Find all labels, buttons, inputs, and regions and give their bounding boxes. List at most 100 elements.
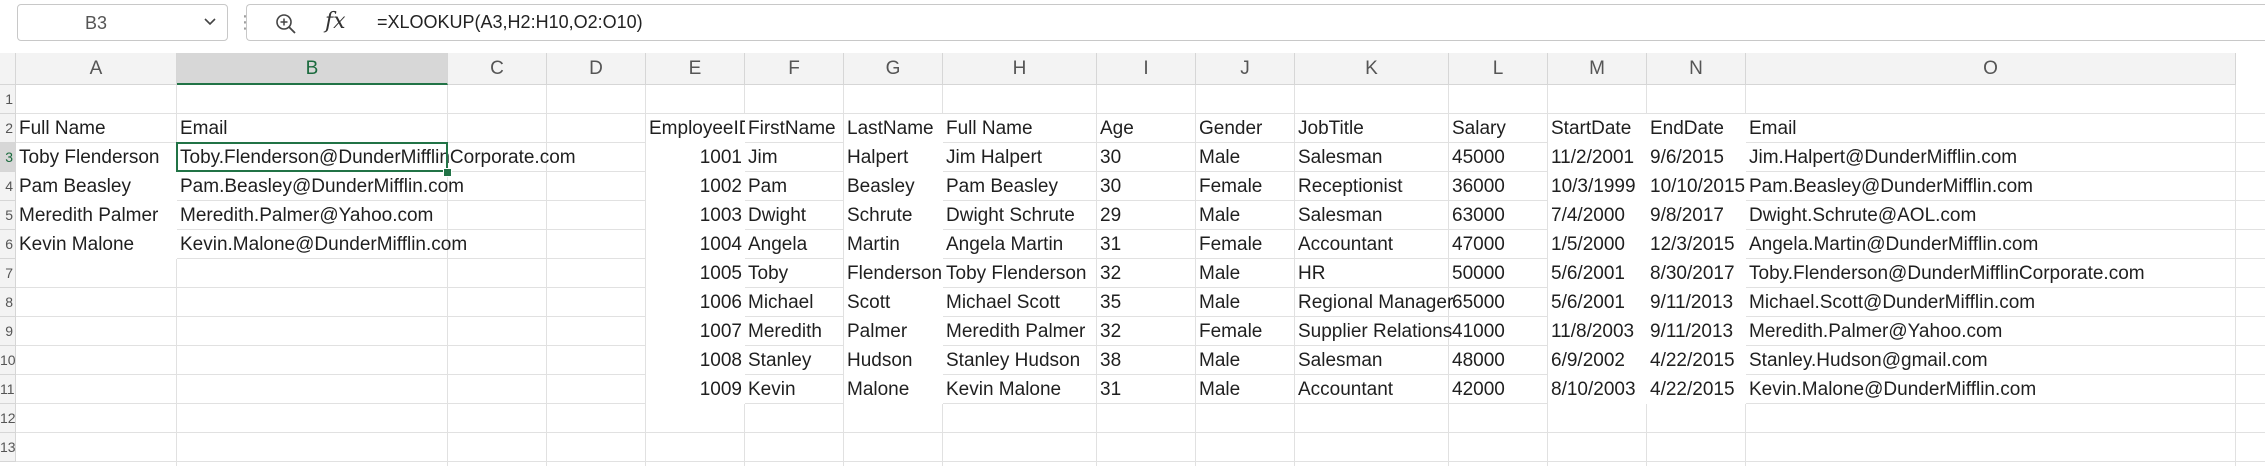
cell-m3[interactable]: 11/2/2001 [1548, 143, 1647, 172]
row-header-11[interactable]: 11 [0, 375, 16, 404]
cell-o2[interactable]: Email [1746, 114, 1800, 143]
cell-n8[interactable]: 9/11/2013 [1647, 288, 1746, 317]
cell-k3[interactable]: Salesman [1295, 143, 1386, 172]
cell-j6[interactable]: Female [1196, 230, 1265, 259]
cell-o6[interactable]: Angela.Martin@DunderMifflin.com [1746, 230, 2041, 259]
cell-e10[interactable]: 1008 [646, 346, 745, 375]
cell-e4[interactable]: 1002 [646, 172, 745, 201]
cell-o11[interactable]: Kevin.Malone@DunderMifflin.com [1746, 375, 2039, 404]
cell-m4[interactable]: 10/3/1999 [1548, 172, 1647, 201]
cell-i2[interactable]: Age [1097, 114, 1137, 143]
cell-j2[interactable]: Gender [1196, 114, 1265, 143]
cell-f9[interactable]: Meredith [745, 317, 825, 346]
cell-k2[interactable]: JobTitle [1295, 114, 1367, 143]
cell-a2[interactable]: Full Name [16, 114, 109, 143]
cell-a4[interactable]: Pam Beasley [16, 172, 177, 201]
cell-b5[interactable]: Meredith.Palmer@Yahoo.com [177, 201, 436, 230]
cell-n10[interactable]: 4/22/2015 [1647, 346, 1746, 375]
cell-o3[interactable]: Jim.Halpert@DunderMifflin.com [1746, 143, 2020, 172]
cell-m8[interactable]: 5/6/2001 [1548, 288, 1647, 317]
cell-n5[interactable]: 9/8/2017 [1647, 201, 1746, 230]
cell-j4[interactable]: Female [1196, 172, 1265, 201]
cell-e6[interactable]: 1004 [646, 230, 745, 259]
cell-m11[interactable]: 8/10/2003 [1548, 375, 1647, 404]
cell-i5[interactable]: 29 [1097, 201, 1124, 230]
cell-h10[interactable]: Stanley Hudson [943, 346, 1083, 375]
cell-h6[interactable]: Angela Martin [943, 230, 1066, 259]
cell-f4[interactable]: Pam [745, 172, 790, 201]
cell-i7[interactable]: 32 [1097, 259, 1124, 288]
cell-n4[interactable]: 10/10/2015 [1647, 172, 1746, 201]
cell-g7[interactable]: Flenderson [844, 259, 943, 288]
cell-m9[interactable]: 11/8/2003 [1548, 317, 1647, 346]
formula-input[interactable]: =XLOOKUP(A3,H2:H10,O2:O10) [377, 12, 643, 33]
cell-e5[interactable]: 1003 [646, 201, 745, 230]
cell-m7[interactable]: 5/6/2001 [1548, 259, 1647, 288]
row-header-1[interactable]: 1 [0, 85, 16, 114]
cell-j8[interactable]: Male [1196, 288, 1243, 317]
cell-f5[interactable]: Dwight [745, 201, 809, 230]
cell-k6[interactable]: Accountant [1295, 230, 1396, 259]
cell-h2[interactable]: Full Name [943, 114, 1036, 143]
cell-i8[interactable]: 35 [1097, 288, 1124, 317]
cell-i4[interactable]: 30 [1097, 172, 1124, 201]
row-header-5[interactable]: 5 [0, 201, 16, 230]
row-header-2[interactable]: 2 [0, 114, 16, 143]
row-header-7[interactable]: 7 [0, 259, 16, 288]
cell-l4[interactable]: 36000 [1449, 172, 1508, 201]
cell-l5[interactable]: 63000 [1449, 201, 1508, 230]
cell-m5[interactable]: 7/4/2000 [1548, 201, 1647, 230]
cell-f2[interactable]: FirstName [745, 114, 839, 143]
formula-box[interactable]: fx =XLOOKUP(A3,H2:H10,O2:O10) [246, 4, 2265, 41]
cell-i10[interactable]: 38 [1097, 346, 1124, 375]
cell-b6[interactable]: Kevin.Malone@DunderMifflin.com [177, 230, 470, 259]
cell-h3[interactable]: Jim Halpert [943, 143, 1045, 172]
column-header-d[interactable]: D [547, 53, 646, 85]
cell-f11[interactable]: Kevin [745, 375, 799, 404]
cell-i3[interactable]: 30 [1097, 143, 1124, 172]
name-box[interactable]: B3 [17, 4, 228, 41]
cell-h7[interactable]: Toby Flenderson [943, 259, 1089, 288]
column-header-j[interactable]: J [1196, 53, 1295, 85]
cell-i9[interactable]: 32 [1097, 317, 1124, 346]
cell-e11[interactable]: 1009 [646, 375, 745, 404]
cell-j3[interactable]: Male [1196, 143, 1243, 172]
cell-g2[interactable]: LastName [844, 114, 943, 143]
cell-j9[interactable]: Female [1196, 317, 1265, 346]
cell-o10[interactable]: Stanley.Hudson@gmail.com [1746, 346, 1991, 375]
cell-k4[interactable]: Receptionist [1295, 172, 1406, 201]
column-header-n[interactable]: N [1647, 53, 1746, 85]
cell-l7[interactable]: 50000 [1449, 259, 1508, 288]
chevron-down-icon[interactable] [203, 12, 217, 32]
row-header-3[interactable]: 3 [0, 143, 16, 172]
cell-j7[interactable]: Male [1196, 259, 1243, 288]
cell-g3[interactable]: Halpert [844, 143, 943, 172]
cell-l8[interactable]: 65000 [1449, 288, 1508, 317]
cell-g6[interactable]: Martin [844, 230, 943, 259]
cell-m10[interactable]: 6/9/2002 [1548, 346, 1647, 375]
worksheet-grid[interactable]: A B C D E F G H I J K L M N O 1 2 3 4 5 6 7 8 9 10 11 12 13 Full Nam… [0, 53, 2265, 466]
cell-j11[interactable]: Male [1196, 375, 1243, 404]
column-header-c[interactable]: C [448, 53, 547, 85]
cell-h9[interactable]: Meredith Palmer [943, 317, 1088, 346]
cell-h4[interactable]: Pam Beasley [943, 172, 1061, 201]
cell-f6[interactable]: Angela [745, 230, 810, 259]
cell-n3[interactable]: 9/6/2015 [1647, 143, 1746, 172]
row-header-6[interactable]: 6 [0, 230, 16, 259]
cell-k10[interactable]: Salesman [1295, 346, 1386, 375]
column-header-e[interactable]: E [646, 53, 745, 85]
cell-i6[interactable]: 31 [1097, 230, 1124, 259]
row-header-4[interactable]: 4 [0, 172, 16, 201]
column-header-k[interactable]: K [1295, 53, 1449, 85]
insert-function-icon[interactable]: fx [325, 9, 346, 34]
cell-b4[interactable]: Pam.Beasley@DunderMifflin.com [177, 172, 467, 201]
column-header-m[interactable]: M [1548, 53, 1647, 85]
cell-i11[interactable]: 31 [1097, 375, 1124, 404]
cell-n9[interactable]: 9/11/2013 [1647, 317, 1746, 346]
cell-o9[interactable]: Meredith.Palmer@Yahoo.com [1746, 317, 2005, 346]
cell-n2[interactable]: EndDate [1647, 114, 1746, 143]
cell-l6[interactable]: 47000 [1449, 230, 1508, 259]
cell-k9[interactable]: Supplier Relations [1295, 317, 1455, 346]
cell-j10[interactable]: Male [1196, 346, 1243, 375]
cell-b2[interactable]: Email [177, 114, 231, 143]
